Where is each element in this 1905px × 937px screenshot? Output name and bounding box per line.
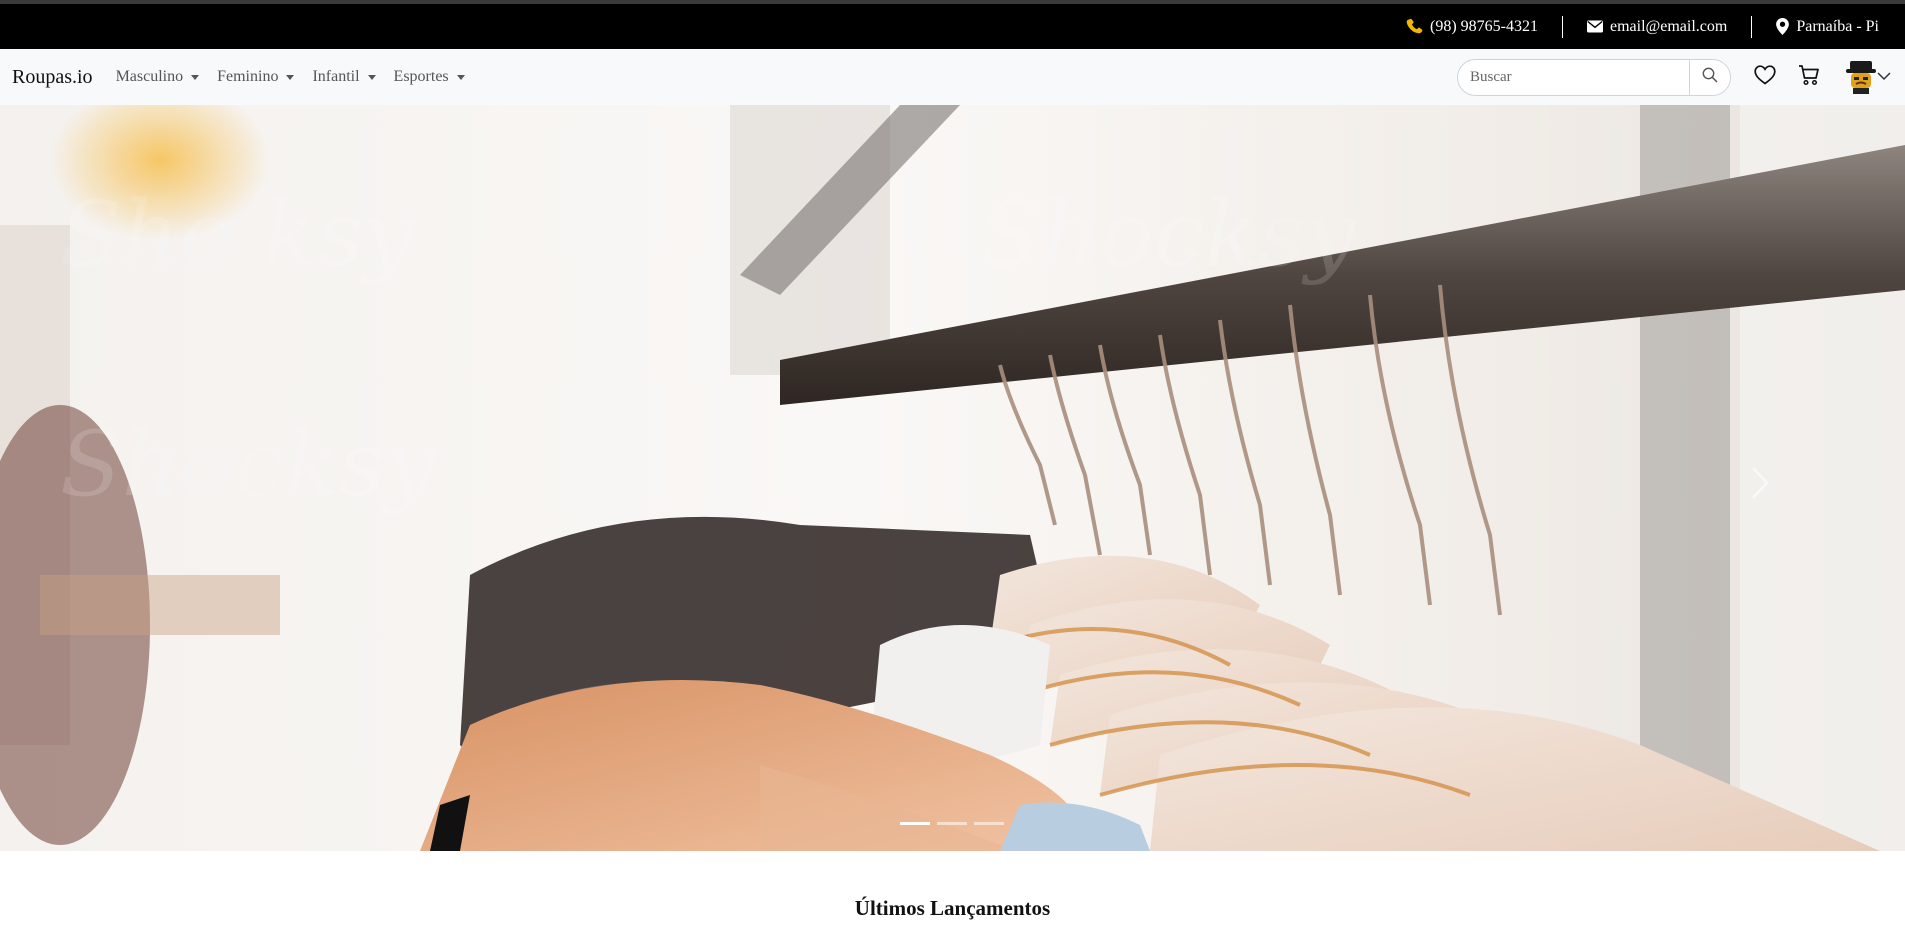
heart-icon [1754, 64, 1776, 90]
cart-icon [1798, 64, 1820, 91]
nav-item-label: Esportes [393, 68, 449, 85]
chevron-right-icon [1750, 466, 1770, 505]
nav-item-masculino[interactable]: Masculino [116, 68, 200, 86]
email-info[interactable]: email@email.com [1586, 17, 1728, 36]
brand-logo[interactable]: Roupas.io [12, 66, 93, 89]
nav-item-label: Masculino [115, 68, 184, 85]
carousel-indicator[interactable] [900, 822, 930, 825]
caret-down-icon [456, 74, 465, 80]
svg-text:Shocksy: Shocksy [60, 412, 437, 517]
nav-item-feminino[interactable]: Feminino [217, 68, 295, 86]
divider [1751, 15, 1753, 38]
phone-number: (98) 98765-4321 [1430, 17, 1538, 35]
search-box [1457, 58, 1731, 96]
location-info[interactable]: Parnaíba - Pi [1776, 18, 1879, 36]
phone-icon [1406, 18, 1423, 35]
carousel-prev-button[interactable] [20, 455, 80, 515]
caret-down-icon [286, 74, 295, 80]
hero-image: Sho ksy Shocksy Shocksy [0, 105, 1905, 851]
nav-item-label: Feminino [217, 68, 279, 85]
carousel-indicator[interactable] [974, 822, 1004, 825]
caret-down-icon [191, 74, 200, 80]
caret-down-icon [367, 74, 376, 80]
location-text: Parnaíba - Pi [1796, 17, 1879, 35]
envelope-icon [1586, 20, 1603, 33]
user-menu[interactable] [1845, 60, 1891, 94]
map-pin-icon [1776, 18, 1790, 35]
nav-item-infantil[interactable]: Infantil [312, 68, 376, 86]
divider [1561, 15, 1563, 38]
chevron-left-icon [40, 466, 60, 505]
search-icon [1702, 67, 1718, 88]
nav-item-label: Infantil [312, 68, 360, 85]
svg-text:Shocksy: Shocksy [980, 182, 1357, 287]
svg-text:Sho ksy: Sho ksy [60, 182, 415, 287]
hero-carousel: Sho ksy Shocksy Shocksy [0, 105, 1905, 851]
cart-button[interactable] [1797, 64, 1821, 91]
main-navbar: Roupas.io Masculino Feminino Infantil Es… [0, 49, 1905, 105]
section-title-latest: Últimos Lançamentos [854, 896, 1051, 920]
email-address: email@email.com [1609, 17, 1728, 35]
avatar [1845, 60, 1877, 94]
search-input[interactable] [1458, 59, 1689, 95]
favorites-button[interactable] [1753, 64, 1777, 90]
nav-item-esportes[interactable]: Esportes [394, 68, 465, 86]
chevron-down-icon [1877, 68, 1891, 86]
carousel-next-button[interactable] [1730, 455, 1790, 515]
carousel-indicator[interactable] [937, 822, 967, 825]
carousel-indicators [900, 822, 1004, 825]
search-button[interactable] [1689, 59, 1730, 95]
contact-bar: (98) 98765-4321 email@email.com Parnaíba… [0, 4, 1905, 49]
phone-info[interactable]: (98) 98765-4321 [1406, 18, 1538, 36]
